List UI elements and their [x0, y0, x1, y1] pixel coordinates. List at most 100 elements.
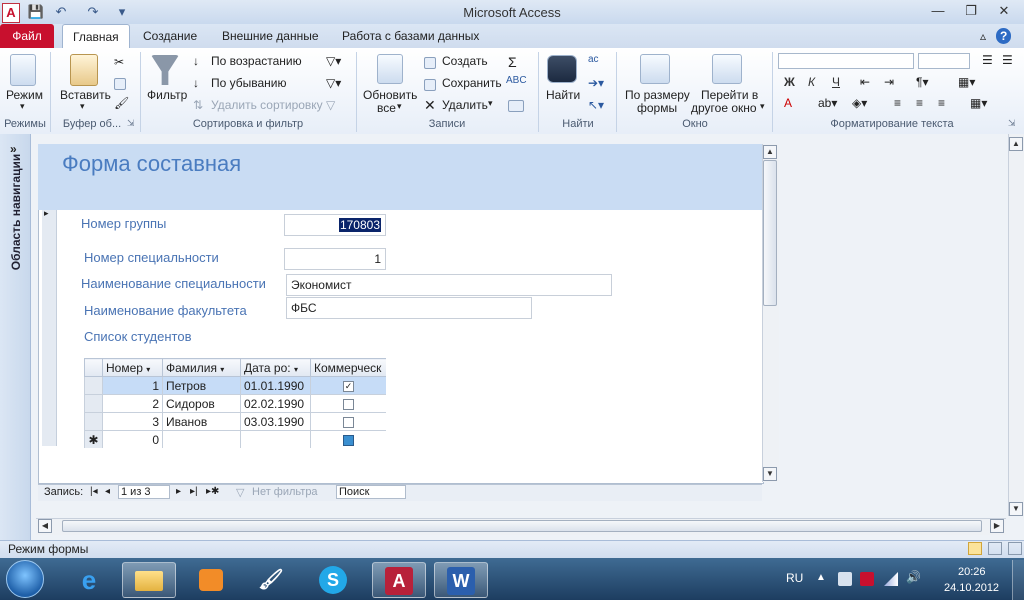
fit-to-form-button-line1[interactable]: По размеру: [625, 88, 690, 102]
align-left-icon[interactable]: ≡: [894, 96, 901, 110]
document-vertical-scrollbar[interactable]: [1008, 134, 1024, 516]
specialty-number-field[interactable]: 1: [284, 248, 386, 270]
next-record-icon[interactable]: ▸: [176, 486, 181, 497]
faculty-name-field[interactable]: ФБС: [286, 297, 532, 319]
clock-date[interactable]: 24.10.2012: [944, 582, 999, 594]
antivirus-icon[interactable]: [860, 572, 874, 586]
tab-file[interactable]: Файл: [0, 24, 54, 48]
tab-create[interactable]: Создание: [133, 24, 207, 48]
cell-surname[interactable]: Иванов: [162, 412, 241, 431]
select-all-corner[interactable]: [84, 358, 103, 377]
form-view-icon[interactable]: [968, 542, 982, 555]
format-painter-icon[interactable]: 🖌: [114, 96, 129, 110]
clock-time[interactable]: 20:26: [958, 566, 986, 578]
switch-windows-button-line1[interactable]: Перейти в: [701, 88, 758, 102]
students-subform[interactable]: Номер ▾ Фамилия ▾ Дата ро: ▾ Коммерческ …: [84, 358, 386, 448]
cell-birthdate[interactable]: 02.02.1990: [240, 394, 311, 413]
numbering-icon[interactable]: ☰: [1002, 53, 1013, 67]
font-color-button[interactable]: A: [784, 96, 792, 110]
media-player-icon[interactable]: [184, 562, 238, 598]
clipboard-launcher-icon[interactable]: ⇲: [127, 118, 135, 129]
cell-number[interactable]: 0: [102, 430, 163, 448]
cell-birthdate[interactable]: [240, 430, 311, 448]
replace-icon[interactable]: ac: [588, 54, 599, 65]
italic-button[interactable]: К: [808, 75, 815, 89]
tab-external-data[interactable]: Внешние данные: [212, 24, 329, 48]
highlight-icon[interactable]: ab▾: [818, 96, 837, 110]
row-selector[interactable]: [84, 394, 103, 413]
refresh-all-button-line1[interactable]: Обновить: [363, 88, 417, 102]
word-taskbar-icon[interactable]: W: [434, 562, 488, 598]
increase-indent-icon[interactable]: ⇥: [884, 75, 894, 89]
column-menu-icon[interactable]: ▾: [220, 365, 224, 374]
cell-commercial[interactable]: ✓: [310, 376, 386, 395]
cell-birthdate[interactable]: 01.01.1990: [240, 376, 311, 395]
explorer-icon[interactable]: [122, 562, 176, 598]
clear-sort-button[interactable]: Удалить сортировку: [211, 98, 323, 112]
commercial-checkbox[interactable]: [343, 434, 354, 446]
cell-commercial[interactable]: [310, 394, 386, 413]
toggle-filter-icon[interactable]: ▽: [326, 98, 335, 112]
table-row[interactable]: 3 Иванов 03.03.1990: [84, 412, 386, 431]
scroll-down-arrow[interactable]: ▼: [763, 467, 777, 481]
doc-scroll-left-arrow[interactable]: ◀: [38, 519, 52, 533]
new-record-row[interactable]: ✱ 0: [84, 430, 386, 448]
tab-home[interactable]: Главная: [62, 24, 130, 49]
view-button[interactable]: Режим: [6, 88, 43, 102]
delete-dropdown-icon[interactable]: ▾: [488, 98, 493, 109]
text-format-launcher-icon[interactable]: ⇲: [1008, 118, 1016, 129]
switch-windows-dropdown-icon[interactable]: ▾: [760, 101, 765, 112]
scroll-thumb[interactable]: [763, 160, 777, 306]
column-header-commercial[interactable]: Коммерческ: [310, 358, 386, 377]
table-row[interactable]: 1 Петров 01.01.1990 ✓: [84, 376, 386, 395]
restore-button[interactable]: ❐: [955, 2, 987, 20]
skype-icon[interactable]: S: [306, 562, 360, 598]
more-records-icon[interactable]: [508, 98, 527, 112]
no-filter-button[interactable]: Нет фильтра: [252, 486, 318, 498]
record-position-input[interactable]: 1 из 3: [118, 485, 170, 499]
paragraph-direction-icon[interactable]: ¶▾: [916, 75, 928, 89]
cell-surname[interactable]: Петров: [162, 376, 241, 395]
layout-view-icon[interactable]: [988, 542, 1002, 555]
specialty-name-field[interactable]: Экономист: [286, 274, 612, 296]
totals-icon[interactable]: Σ: [508, 54, 517, 70]
start-button[interactable]: [6, 560, 44, 598]
table-row[interactable]: 2 Сидоров 02.02.1990: [84, 394, 386, 413]
align-right-icon[interactable]: ≡: [938, 96, 945, 110]
minimize-button[interactable]: —: [922, 2, 954, 20]
scroll-up-arrow[interactable]: ▲: [763, 145, 777, 159]
show-desktop-button[interactable]: [1012, 560, 1024, 600]
group-number-field[interactable]: 170803: [284, 214, 386, 236]
column-menu-icon[interactable]: ▾: [146, 365, 150, 374]
spelling-icon[interactable]: ABC: [506, 75, 527, 86]
new-record-nav-icon[interactable]: ▸✱: [206, 486, 219, 497]
row-selector[interactable]: [84, 376, 103, 395]
access-taskbar-icon[interactable]: A: [372, 562, 426, 598]
fit-to-form-button-line2[interactable]: формы: [637, 101, 677, 115]
doc-scroll-right-arrow[interactable]: ▶: [990, 519, 1004, 533]
delete-record-button[interactable]: Удалить: [442, 98, 488, 112]
nav-pane-label[interactable]: Область навигации: [9, 142, 23, 282]
gridlines-icon[interactable]: ▦▾: [958, 75, 975, 89]
copy-icon[interactable]: [114, 76, 129, 90]
goto-icon[interactable]: ➔▾: [588, 76, 604, 90]
filter-button[interactable]: Фильтр: [147, 88, 187, 102]
align-center-icon[interactable]: ≡: [916, 96, 923, 110]
find-button[interactable]: Найти: [546, 88, 580, 102]
language-indicator[interactable]: RU: [786, 571, 803, 585]
row-selector[interactable]: [84, 412, 103, 431]
tray-expand-icon[interactable]: ▲: [816, 572, 826, 583]
sort-ascending-button[interactable]: По возрастанию: [211, 54, 302, 68]
ribbon-minimize-icon[interactable]: ▵: [976, 24, 990, 48]
paste-dropdown-icon[interactable]: ▾: [80, 101, 85, 112]
commercial-checkbox[interactable]: [343, 416, 354, 428]
cell-number[interactable]: 3: [102, 412, 163, 431]
prev-record-icon[interactable]: ◂: [105, 486, 110, 497]
volume-icon[interactable]: 🔊: [906, 570, 921, 584]
tab-database-tools[interactable]: Работа с базами данных: [332, 24, 489, 48]
switch-windows-button-line2[interactable]: другое окно: [691, 101, 757, 115]
alternate-row-color-icon[interactable]: ▦▾: [970, 96, 987, 110]
view-dropdown-icon[interactable]: ▾: [20, 101, 25, 112]
select-icon[interactable]: ↖▾: [588, 98, 604, 112]
paint-icon[interactable]: 🖌: [244, 562, 298, 598]
